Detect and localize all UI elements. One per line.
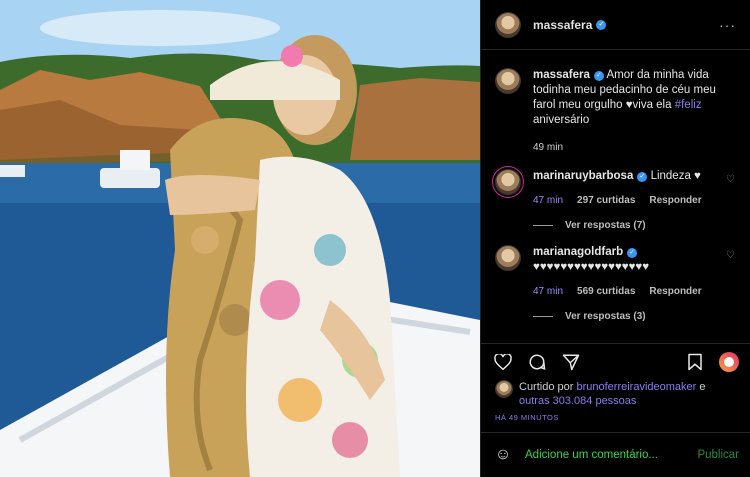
- comment-text: Lindeza ♥: [650, 170, 701, 182]
- verified-badge-icon: ✓: [596, 19, 607, 30]
- bookmark-icon[interactable]: [685, 352, 705, 372]
- more-options-button[interactable]: ···: [719, 17, 736, 33]
- comment-text: ♥♥♥♥♥♥♥♥♥♥♥♥♥♥♥♥♥: [533, 261, 650, 273]
- caption: massafera ✓ Amor da minha vida todinha me…: [495, 68, 736, 155]
- publish-button[interactable]: Publicar: [697, 449, 739, 461]
- caption-time: 49 min: [533, 142, 564, 153]
- commenter-username[interactable]: marinaruybarbosa: [533, 170, 633, 182]
- post-header: massafera ✓ ···: [481, 0, 750, 50]
- post-photo[interactable]: [0, 0, 480, 477]
- add-comment-bar: ☺ Publicar: [481, 432, 750, 477]
- caption-text-after: aniversário: [533, 114, 590, 126]
- likes-count-link[interactable]: outras 303.084 pessoas: [519, 395, 636, 407]
- comments-list: massafera ✓ Amor da minha vida todinha me…: [481, 50, 750, 340]
- replies-divider: [533, 225, 553, 226]
- verified-badge-icon: ✓: [627, 248, 638, 258]
- replies-divider: [533, 316, 553, 317]
- heart-icon[interactable]: ♡: [726, 175, 736, 185]
- view-replies-button[interactable]: Ver respostas (7): [533, 220, 736, 231]
- caption-username[interactable]: massafera: [533, 69, 590, 81]
- likes-summary: Curtido por brunoferreiravideomaker e ou…: [481, 380, 750, 408]
- author-username[interactable]: massafera: [533, 18, 592, 32]
- view-replies-button[interactable]: Ver respostas (3): [533, 311, 736, 322]
- action-bar: [481, 344, 750, 380]
- author-avatar[interactable]: [495, 11, 521, 38]
- comment-time[interactable]: 47 min: [533, 193, 563, 208]
- view-replies-label: Ver respostas (3): [565, 311, 646, 322]
- comment-input[interactable]: [525, 449, 698, 461]
- reply-button[interactable]: Responder: [649, 193, 701, 208]
- commenter-avatar[interactable]: [495, 169, 521, 195]
- hashtag-link[interactable]: #feliz: [675, 99, 702, 111]
- reply-button[interactable]: Responder: [649, 284, 701, 299]
- photo-illustration: [0, 0, 480, 477]
- commenter-username[interactable]: marianagoldfarb: [533, 246, 623, 258]
- heart-icon[interactable]: [493, 352, 513, 372]
- smiley-icon[interactable]: ☺: [493, 445, 513, 465]
- likes-conj: e: [699, 381, 706, 393]
- verified-badge-icon: ✓: [593, 71, 604, 81]
- commenter-avatar[interactable]: [495, 245, 521, 271]
- caption-avatar[interactable]: [495, 68, 521, 94]
- comment-likes[interactable]: 297 curtidas: [577, 193, 635, 208]
- story-ring-icon[interactable]: [719, 352, 739, 372]
- paper-plane-icon[interactable]: [561, 352, 581, 372]
- heart-icon[interactable]: ♡: [726, 251, 736, 261]
- view-replies-label: Ver respostas (7): [565, 220, 646, 231]
- comment-time[interactable]: 47 min: [533, 284, 563, 299]
- likes-prefix: Curtido por: [519, 381, 574, 393]
- post-actions-area: Curtido por brunoferreiravideomaker e ou…: [481, 343, 750, 422]
- comment-likes[interactable]: 569 curtidas: [577, 284, 635, 299]
- liker-avatar[interactable]: [495, 380, 513, 398]
- liker-username-link[interactable]: brunoferreiravideomaker: [576, 381, 696, 393]
- post-panel: massafera ✓ ··· massafera ✓ Amor da minha…: [480, 0, 750, 477]
- comment-bubble-icon[interactable]: [527, 352, 547, 372]
- comment-item: marinaruybarbosa ✓ Lindeza ♥ 47 min 297 c…: [495, 169, 736, 208]
- comment-item: marianagoldfarb ✓ ♥♥♥♥♥♥♥♥♥♥♥♥♥♥♥♥♥ 47 mi…: [495, 245, 736, 299]
- verified-badge-icon: ✓: [637, 172, 648, 182]
- post-timestamp[interactable]: HÁ 49 MINUTOS: [481, 408, 750, 422]
